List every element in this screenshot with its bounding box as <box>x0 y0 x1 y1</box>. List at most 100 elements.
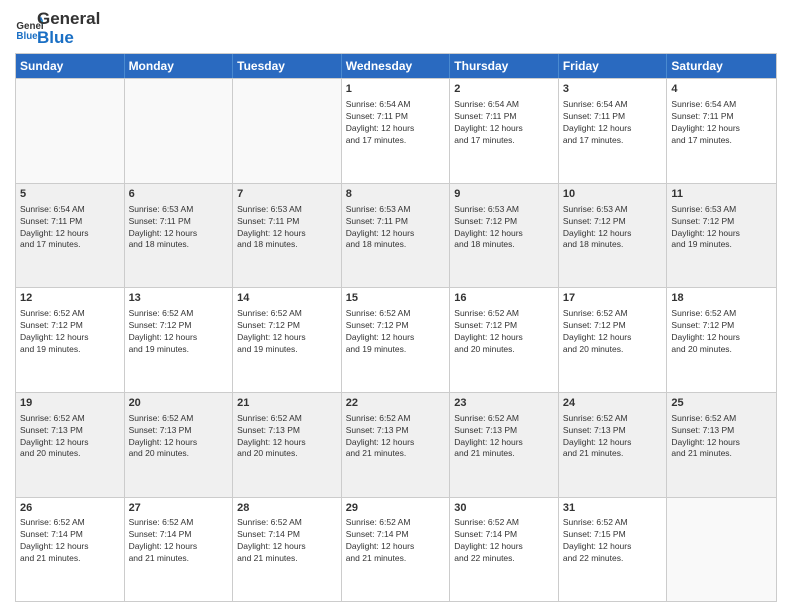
day-info: Sunrise: 6:52 AM Sunset: 7:12 PM Dayligh… <box>671 308 772 356</box>
calendar-row-3: 12 Sunrise: 6:52 AM Sunset: 7:12 PM Dayli… <box>16 287 776 392</box>
weekday-header-saturday: Saturday <box>667 54 776 78</box>
day-info: Sunrise: 6:52 AM Sunset: 7:13 PM Dayligh… <box>671 413 772 461</box>
day-number: 17 <box>563 291 663 306</box>
day-info: Sunrise: 6:54 AM Sunset: 7:11 PM Dayligh… <box>20 204 120 252</box>
day-number: 2 <box>454 82 554 97</box>
day-info: Sunrise: 6:53 AM Sunset: 7:11 PM Dayligh… <box>346 204 446 252</box>
day-number: 22 <box>346 396 446 411</box>
calendar-day-9: 9 Sunrise: 6:53 AM Sunset: 7:12 PM Daylig… <box>450 184 559 288</box>
weekday-header-tuesday: Tuesday <box>233 54 342 78</box>
day-number: 3 <box>563 82 663 97</box>
day-number: 31 <box>563 501 663 516</box>
calendar-day-16: 16 Sunrise: 6:52 AM Sunset: 7:12 PM Dayli… <box>450 288 559 392</box>
day-number: 16 <box>454 291 554 306</box>
day-number: 28 <box>237 501 337 516</box>
day-info: Sunrise: 6:52 AM Sunset: 7:14 PM Dayligh… <box>20 517 120 565</box>
weekday-header-friday: Friday <box>559 54 668 78</box>
calendar-day-17: 17 Sunrise: 6:52 AM Sunset: 7:12 PM Dayli… <box>559 288 668 392</box>
day-info: Sunrise: 6:52 AM Sunset: 7:13 PM Dayligh… <box>129 413 229 461</box>
day-number: 6 <box>129 187 229 202</box>
calendar-day-1: 1 Sunrise: 6:54 AM Sunset: 7:11 PM Daylig… <box>342 79 451 183</box>
day-info: Sunrise: 6:52 AM Sunset: 7:12 PM Dayligh… <box>454 308 554 356</box>
calendar-row-5: 26Sunrise: 6:52 AM Sunset: 7:14 PM Dayli… <box>16 497 776 602</box>
day-info: Sunrise: 6:52 AM Sunset: 7:14 PM Dayligh… <box>346 517 446 565</box>
day-number: 29 <box>346 501 446 516</box>
page: General Blue General Blue SundayMondayTu… <box>0 0 792 612</box>
day-info: Sunrise: 6:52 AM Sunset: 7:12 PM Dayligh… <box>563 308 663 356</box>
calendar-cell-empty <box>667 498 776 602</box>
day-number: 13 <box>129 291 229 306</box>
day-info: Sunrise: 6:53 AM Sunset: 7:12 PM Dayligh… <box>563 204 663 252</box>
calendar-day-18: 18 Sunrise: 6:52 AM Sunset: 7:12 PM Dayli… <box>667 288 776 392</box>
calendar-day-26: 26Sunrise: 6:52 AM Sunset: 7:14 PM Dayli… <box>16 498 125 602</box>
weekday-header-thursday: Thursday <box>450 54 559 78</box>
weekday-header-sunday: Sunday <box>16 54 125 78</box>
svg-text:Blue: Blue <box>16 30 38 41</box>
calendar-day-21: 21 Sunrise: 6:52 AM Sunset: 7:13 PM Dayli… <box>233 393 342 497</box>
calendar-day-3: 3 Sunrise: 6:54 AM Sunset: 7:11 PM Daylig… <box>559 79 668 183</box>
calendar-header: SundayMondayTuesdayWednesdayThursdayFrid… <box>16 54 776 78</box>
calendar-day-2: 2 Sunrise: 6:54 AM Sunset: 7:11 PM Daylig… <box>450 79 559 183</box>
day-number: 21 <box>237 396 337 411</box>
day-info: Sunrise: 6:54 AM Sunset: 7:11 PM Dayligh… <box>454 99 554 147</box>
day-number: 30 <box>454 501 554 516</box>
day-number: 9 <box>454 187 554 202</box>
day-number: 5 <box>20 187 120 202</box>
day-info: Sunrise: 6:52 AM Sunset: 7:13 PM Dayligh… <box>346 413 446 461</box>
day-info: Sunrise: 6:52 AM Sunset: 7:14 PM Dayligh… <box>454 517 554 565</box>
day-info: Sunrise: 6:52 AM Sunset: 7:14 PM Dayligh… <box>129 517 229 565</box>
calendar-day-31: 31Sunrise: 6:52 AM Sunset: 7:15 PM Dayli… <box>559 498 668 602</box>
calendar-day-11: 11 Sunrise: 6:53 AM Sunset: 7:12 PM Dayli… <box>667 184 776 288</box>
day-info: Sunrise: 6:53 AM Sunset: 7:11 PM Dayligh… <box>129 204 229 252</box>
day-info: Sunrise: 6:53 AM Sunset: 7:12 PM Dayligh… <box>671 204 772 252</box>
calendar: SundayMondayTuesdayWednesdayThursdayFrid… <box>15 53 777 602</box>
day-number: 7 <box>237 187 337 202</box>
calendar-day-25: 25Sunrise: 6:52 AM Sunset: 7:13 PM Dayli… <box>667 393 776 497</box>
day-number: 23 <box>454 396 554 411</box>
calendar-row-1: 1 Sunrise: 6:54 AM Sunset: 7:11 PM Daylig… <box>16 78 776 183</box>
day-info: Sunrise: 6:52 AM Sunset: 7:12 PM Dayligh… <box>346 308 446 356</box>
calendar-day-13: 13Sunrise: 6:52 AM Sunset: 7:12 PM Dayli… <box>125 288 234 392</box>
day-info: Sunrise: 6:53 AM Sunset: 7:12 PM Dayligh… <box>454 204 554 252</box>
day-number: 18 <box>671 291 772 306</box>
calendar-body: 1 Sunrise: 6:54 AM Sunset: 7:11 PM Daylig… <box>16 78 776 601</box>
calendar-day-27: 27Sunrise: 6:52 AM Sunset: 7:14 PM Dayli… <box>125 498 234 602</box>
day-info: Sunrise: 6:54 AM Sunset: 7:11 PM Dayligh… <box>346 99 446 147</box>
calendar-day-12: 12 Sunrise: 6:52 AM Sunset: 7:12 PM Dayli… <box>16 288 125 392</box>
day-info: Sunrise: 6:54 AM Sunset: 7:11 PM Dayligh… <box>563 99 663 147</box>
calendar-cell-empty <box>233 79 342 183</box>
calendar-day-5: 5 Sunrise: 6:54 AM Sunset: 7:11 PM Daylig… <box>16 184 125 288</box>
day-info: Sunrise: 6:52 AM Sunset: 7:13 PM Dayligh… <box>237 413 337 461</box>
day-info: Sunrise: 6:52 AM Sunset: 7:13 PM Dayligh… <box>20 413 120 461</box>
logo-general: General <box>37 10 100 29</box>
calendar-day-6: 6 Sunrise: 6:53 AM Sunset: 7:11 PM Daylig… <box>125 184 234 288</box>
day-number: 26 <box>20 501 120 516</box>
day-info: Sunrise: 6:52 AM Sunset: 7:12 PM Dayligh… <box>20 308 120 356</box>
calendar-day-23: 23 Sunrise: 6:52 AM Sunset: 7:13 PM Dayli… <box>450 393 559 497</box>
calendar-cell-empty <box>125 79 234 183</box>
weekday-header-monday: Monday <box>125 54 234 78</box>
calendar-day-24: 24Sunrise: 6:52 AM Sunset: 7:13 PM Dayli… <box>559 393 668 497</box>
calendar-day-8: 8 Sunrise: 6:53 AM Sunset: 7:11 PM Daylig… <box>342 184 451 288</box>
calendar-day-10: 10Sunrise: 6:53 AM Sunset: 7:12 PM Dayli… <box>559 184 668 288</box>
calendar-row-2: 5 Sunrise: 6:54 AM Sunset: 7:11 PM Daylig… <box>16 183 776 288</box>
day-number: 12 <box>20 291 120 306</box>
calendar-day-14: 14Sunrise: 6:52 AM Sunset: 7:12 PM Dayli… <box>233 288 342 392</box>
day-number: 15 <box>346 291 446 306</box>
day-number: 8 <box>346 187 446 202</box>
logo-blue: Blue <box>37 29 100 48</box>
calendar-day-7: 7 Sunrise: 6:53 AM Sunset: 7:11 PM Daylig… <box>233 184 342 288</box>
day-info: Sunrise: 6:53 AM Sunset: 7:11 PM Dayligh… <box>237 204 337 252</box>
weekday-header-wednesday: Wednesday <box>342 54 451 78</box>
calendar-row-4: 19Sunrise: 6:52 AM Sunset: 7:13 PM Dayli… <box>16 392 776 497</box>
calendar-cell-empty <box>16 79 125 183</box>
calendar-day-28: 28Sunrise: 6:52 AM Sunset: 7:14 PM Dayli… <box>233 498 342 602</box>
calendar-day-19: 19Sunrise: 6:52 AM Sunset: 7:13 PM Dayli… <box>16 393 125 497</box>
logo: General Blue General Blue <box>15 10 100 47</box>
day-info: Sunrise: 6:54 AM Sunset: 7:11 PM Dayligh… <box>671 99 772 147</box>
calendar-day-20: 20Sunrise: 6:52 AM Sunset: 7:13 PM Dayli… <box>125 393 234 497</box>
day-number: 1 <box>346 82 446 97</box>
calendar-day-30: 30Sunrise: 6:52 AM Sunset: 7:14 PM Dayli… <box>450 498 559 602</box>
day-number: 11 <box>671 187 772 202</box>
day-info: Sunrise: 6:52 AM Sunset: 7:13 PM Dayligh… <box>454 413 554 461</box>
